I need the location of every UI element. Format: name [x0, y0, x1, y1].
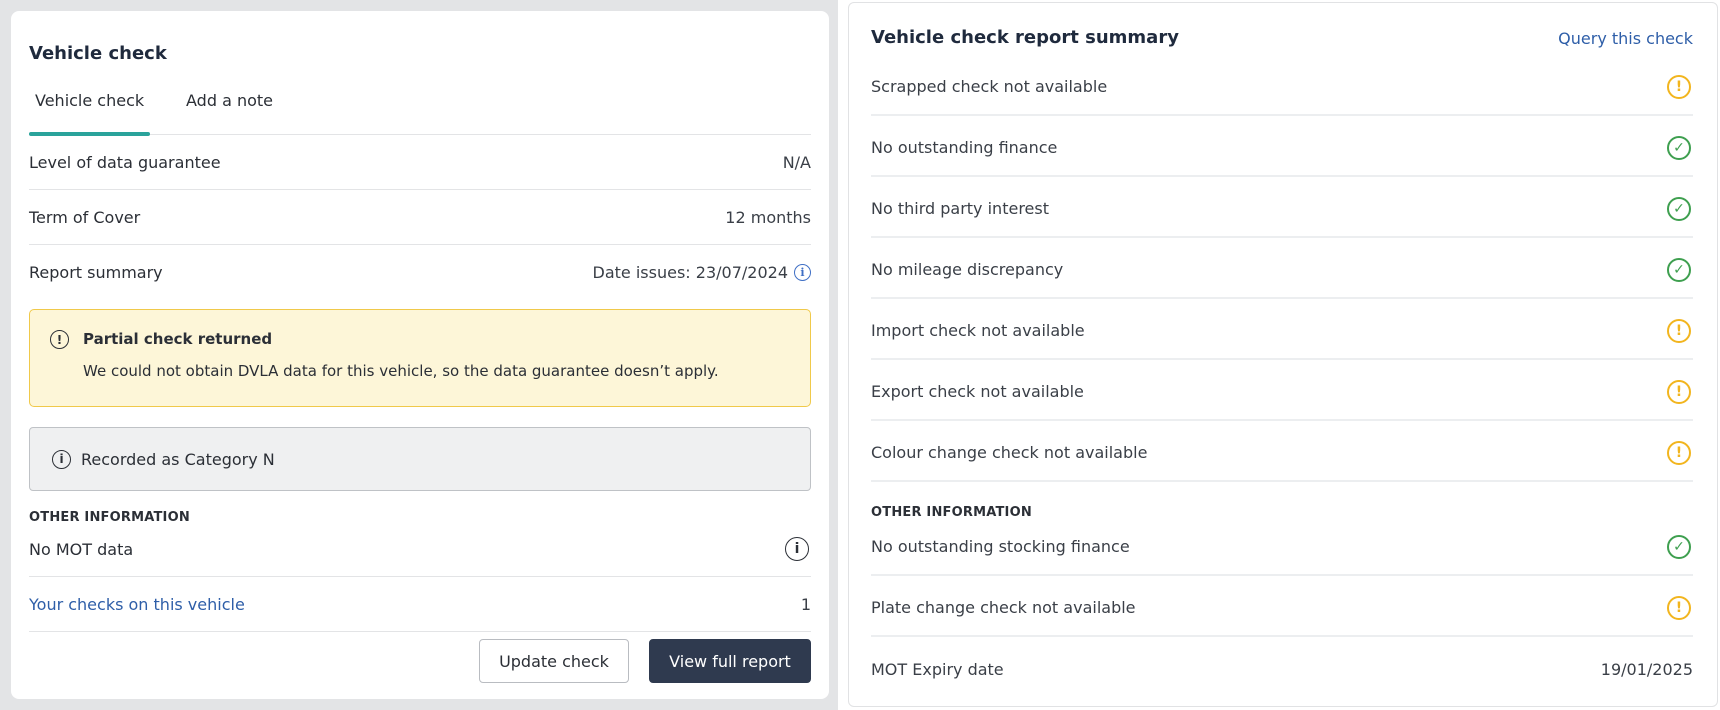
no-mot-row: No MOT data i [29, 522, 811, 577]
item-label: Export check not available [871, 382, 1084, 401]
card-title: Vehicle check [29, 43, 167, 64]
summary-item: Plate change check not available ! [871, 580, 1693, 637]
warning-circle-icon: ! [1667, 440, 1691, 465]
row-label: No MOT data [29, 539, 134, 559]
row-label: Level of data guarantee [29, 152, 221, 172]
check-circle-icon: ✓ [1667, 196, 1691, 221]
your-checks-link[interactable]: Your checks on this vehicle [29, 595, 245, 614]
warning-circle-icon: ! [1667, 379, 1691, 404]
row-value: N/A [782, 152, 811, 172]
query-check-link[interactable]: Query this check [1558, 29, 1693, 48]
view-full-report-button[interactable]: View full report [649, 639, 811, 683]
summary-item: No outstanding stocking finance ✓ [871, 519, 1693, 576]
report-summary-row: Report summary Date issues: 23/07/2024 i [29, 245, 811, 300]
tab-vehicle-check[interactable]: Vehicle check [29, 83, 151, 136]
summary-item: Import check not available ! [871, 303, 1693, 360]
exclamation-circle-icon: ! [50, 330, 69, 349]
term-of-cover-row: Term of Cover 12 months [29, 190, 811, 245]
info-icon[interactable]: i [794, 264, 811, 281]
summary-item: No outstanding finance ✓ [871, 120, 1693, 177]
partial-check-alert: ! Partial check returned We could not ob… [29, 309, 811, 407]
mot-expiry-row: MOT Expiry date 19/01/2025 [871, 641, 1693, 698]
report-summary-card: Vehicle check report summary Query this … [848, 2, 1718, 707]
info-circle-icon[interactable]: i [785, 537, 809, 561]
warning-circle-icon: ! [1667, 318, 1691, 343]
update-check-button[interactable]: Update check [479, 639, 629, 683]
check-circle-icon: ✓ [1667, 257, 1691, 282]
item-label: Plate change check not available [871, 598, 1136, 617]
other-information-heading: OTHER INFORMATION [871, 505, 1032, 520]
check-circle-icon: ✓ [1667, 534, 1691, 559]
item-label: No outstanding finance [871, 138, 1058, 157]
alert-message: Recorded as Category N [81, 449, 275, 469]
item-label: Import check not available [871, 321, 1085, 340]
date-issued-text: Date issues: 23/07/2024 [592, 263, 788, 282]
summary-item: Export check not available ! [871, 364, 1693, 421]
your-checks-row: Your checks on this vehicle 1 [29, 577, 811, 632]
check-circle-icon: ✓ [1667, 135, 1691, 160]
summary-item: Scrapped check not available ! [871, 59, 1693, 116]
warning-circle-icon: ! [1667, 74, 1691, 99]
vehicle-check-card: Vehicle check Vehicle check Add a note L… [11, 11, 829, 699]
row-value: 12 months [725, 207, 811, 227]
summary-title: Vehicle check report summary [871, 27, 1179, 48]
item-label: No outstanding stocking finance [871, 537, 1130, 556]
item-label: MOT Expiry date [871, 660, 1004, 679]
warning-circle-icon: ! [1667, 595, 1691, 620]
alert-title: Partial check returned [83, 330, 273, 348]
mot-expiry-value: 19/01/2025 [1600, 660, 1693, 679]
data-guarantee-row: Level of data guarantee N/A [29, 135, 811, 190]
alert-message: We could not obtain DVLA data for this v… [83, 362, 719, 380]
checks-count: 1 [800, 594, 811, 614]
tab-bar: Vehicle check Add a note [29, 83, 811, 136]
row-label: Report summary [29, 263, 163, 282]
tab-add-note[interactable]: Add a note [186, 83, 273, 135]
summary-item: Colour change check not available ! [871, 425, 1693, 482]
item-label: Scrapped check not available [871, 77, 1108, 96]
item-label: Colour change check not available [871, 443, 1148, 462]
summary-item: No mileage discrepancy ✓ [871, 242, 1693, 299]
row-label: Term of Cover [29, 207, 141, 227]
category-info-alert: i Recorded as Category N [29, 427, 811, 491]
summary-item: No third party interest ✓ [871, 181, 1693, 238]
item-label: No third party interest [871, 199, 1049, 218]
info-circle-icon: i [52, 449, 71, 469]
item-label: No mileage discrepancy [871, 260, 1064, 279]
date-issued: Date issues: 23/07/2024 i [593, 263, 811, 282]
left-panel-background: Vehicle check Vehicle check Add a note L… [0, 0, 838, 710]
